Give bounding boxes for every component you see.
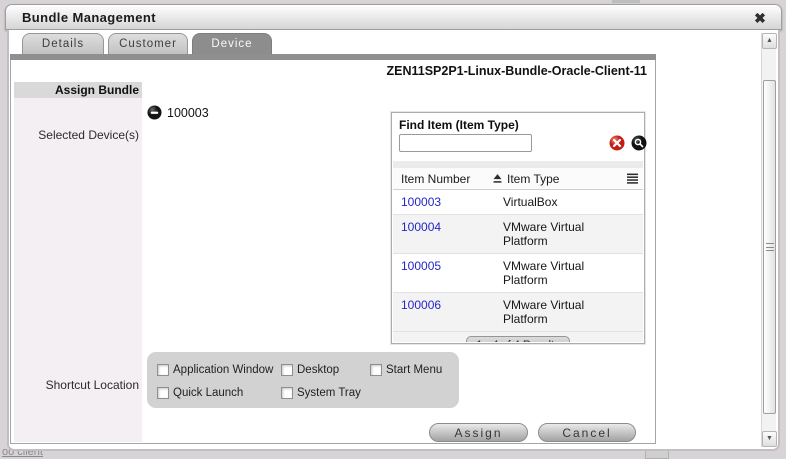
find-item-input[interactable] bbox=[399, 134, 532, 152]
background-fragment bbox=[612, 0, 640, 3]
results-summary-badge: 1 - 4 of 4 Results bbox=[466, 336, 569, 342]
scroll-down-icon[interactable]: ▼ bbox=[762, 431, 777, 447]
checkbox[interactable] bbox=[281, 364, 293, 376]
table-row: 100005 VMware Virtual Platform bbox=[393, 254, 643, 293]
find-item-panel: Find Item (Item Type) bbox=[391, 112, 645, 344]
dialog-titlebar: Bundle Management ✖ bbox=[5, 4, 782, 30]
shortcut-option: Start Menu bbox=[370, 360, 459, 380]
table-rows: 100003 VirtualBox 100004 VMware Virtual … bbox=[393, 190, 643, 332]
shortcut-option: Quick Launch bbox=[157, 383, 281, 403]
shortcut-location-label: Shortcut Location bbox=[46, 378, 139, 392]
item-type-cell: VMware Virtual Platform bbox=[503, 298, 615, 326]
table-menu-icon[interactable] bbox=[621, 173, 643, 184]
item-number-link[interactable]: 100006 bbox=[393, 298, 503, 326]
table-divider bbox=[393, 161, 643, 168]
assign-button[interactable]: Assign bbox=[429, 423, 528, 442]
item-type-cell: VMware Virtual Platform bbox=[503, 259, 615, 287]
item-type-cell: VMware Virtual Platform bbox=[503, 220, 615, 248]
scrollbar-thumb[interactable] bbox=[763, 80, 776, 414]
tab-device[interactable]: Device bbox=[192, 33, 272, 54]
checkbox[interactable] bbox=[157, 387, 169, 399]
vertical-scrollbar[interactable]: ▲ ▼ bbox=[761, 33, 776, 447]
close-icon[interactable]: ✖ bbox=[751, 9, 769, 27]
checkbox[interactable] bbox=[281, 387, 293, 399]
content-panel: ZEN11SP2P1-Linux-Bundle-Oracle-Client-11… bbox=[10, 60, 656, 444]
shortcut-option: Application Window bbox=[157, 360, 281, 380]
item-type-header-label: Item Type bbox=[507, 172, 559, 186]
checkbox-label: Quick Launch bbox=[173, 387, 243, 399]
sort-ascending-icon[interactable] bbox=[492, 173, 503, 184]
item-number-link[interactable]: 100004 bbox=[393, 220, 503, 248]
clear-search-icon[interactable] bbox=[609, 135, 625, 151]
item-number-link[interactable]: 100003 bbox=[393, 195, 503, 209]
checkbox-label: Application Window bbox=[173, 364, 273, 376]
item-type-cell: VirtualBox bbox=[503, 195, 615, 209]
column-header-item-type[interactable]: Item Type bbox=[503, 172, 621, 186]
selected-devices-label: Selected Device(s) bbox=[38, 128, 139, 142]
scroll-up-icon[interactable]: ▲ bbox=[762, 33, 777, 49]
selected-device-value: 100003 bbox=[167, 106, 209, 120]
assign-bundle-header: Assign Bundle bbox=[14, 82, 142, 98]
find-item-table: Item Number Item Type bbox=[393, 168, 643, 342]
column-header-item-number[interactable]: Item Number bbox=[393, 172, 503, 186]
find-item-title: Find Item (Item Type) bbox=[399, 118, 519, 132]
table-row: 100004 VMware Virtual Platform bbox=[393, 215, 643, 254]
dialog-body: Details Customer Device ZEN11SP2P1-Linux… bbox=[7, 30, 780, 451]
checkbox-label: Start Menu bbox=[386, 364, 442, 376]
tab-details[interactable]: Details bbox=[22, 33, 104, 54]
bundle-management-dialog: Bundle Management ✖ Details Customer Dev… bbox=[5, 4, 782, 451]
bundle-name: ZEN11SP2P1-Linux-Bundle-Oracle-Client-11 bbox=[387, 64, 648, 78]
cancel-button[interactable]: Cancel bbox=[538, 423, 636, 442]
background-fragment bbox=[645, 450, 669, 459]
table-row: 100003 VirtualBox bbox=[393, 190, 643, 215]
shortcut-option: System Tray bbox=[281, 383, 370, 403]
dialog-title: Bundle Management bbox=[22, 5, 156, 30]
shortcut-option: Desktop bbox=[281, 360, 370, 380]
checkbox[interactable] bbox=[370, 364, 382, 376]
item-number-link[interactable]: 100005 bbox=[393, 259, 503, 287]
item-number-header-label: Item Number bbox=[401, 172, 470, 186]
checkbox[interactable] bbox=[157, 364, 169, 376]
search-icon[interactable] bbox=[631, 135, 647, 151]
label-column: Assign Bundle Selected Device(s) Shortcu… bbox=[14, 82, 142, 442]
checkbox-label: Desktop bbox=[297, 364, 339, 376]
table-header-row: Item Number Item Type bbox=[393, 168, 643, 190]
table-footer: 1 - 4 of 4 Results bbox=[393, 332, 643, 342]
checkbox-label: System Tray bbox=[297, 387, 361, 399]
scrollbar-grip bbox=[766, 243, 774, 251]
shortcut-location-group: Application Window Desktop Start Menu bbox=[147, 352, 459, 408]
remove-device-icon[interactable] bbox=[147, 105, 162, 120]
tab-customer[interactable]: Customer bbox=[108, 33, 188, 54]
table-row: 100006 VMware Virtual Platform bbox=[393, 293, 643, 332]
